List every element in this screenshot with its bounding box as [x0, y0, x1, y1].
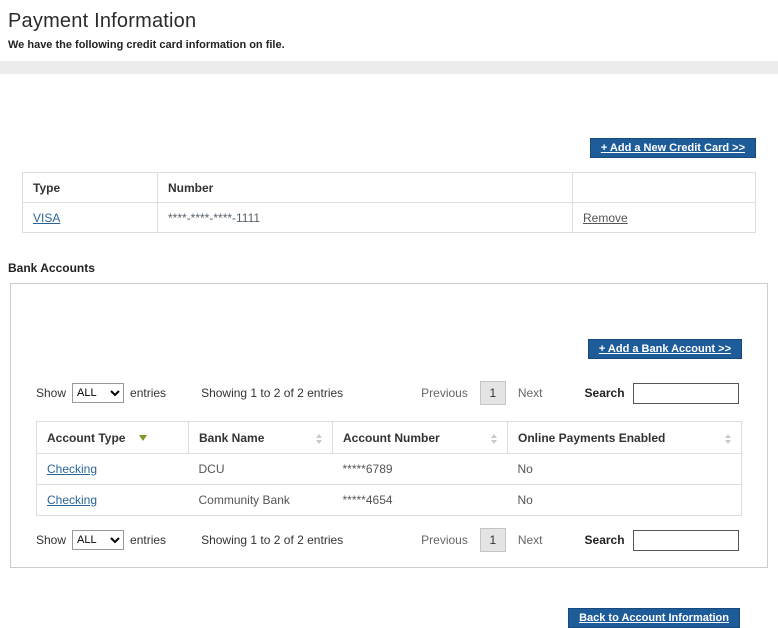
bank-name-cell: Community Bank: [189, 485, 333, 516]
account-number-cell: *****4654: [333, 485, 508, 516]
page-header: Payment Information We have the followin…: [0, 0, 778, 51]
showing-entries-text: Showing 1 to 2 of 2 entries: [201, 386, 343, 400]
back-to-account-button[interactable]: Back to Account Information: [568, 608, 740, 628]
entries-label: entries: [130, 386, 166, 400]
entries-per-page-select[interactable]: ALL: [72, 530, 124, 550]
account-number-cell: *****6789: [333, 454, 508, 485]
card-type-link[interactable]: VISA: [33, 211, 60, 225]
remove-card-link[interactable]: Remove: [583, 211, 628, 225]
header-divider: [0, 61, 778, 74]
search-label: Search: [585, 386, 625, 400]
entries-per-page-select[interactable]: ALL: [72, 383, 124, 403]
table-row: Checking Community Bank *****4654 No: [37, 485, 742, 516]
show-label: Show: [36, 533, 66, 547]
online-payments-cell: No: [508, 454, 742, 485]
card-number: ****-****-****-1111: [158, 203, 573, 233]
sort-icon: [725, 434, 731, 444]
table-row: Checking DCU *****6789 No: [37, 454, 742, 485]
col-bank-name[interactable]: Bank Name: [189, 422, 333, 454]
cc-col-type: Type: [23, 173, 158, 203]
previous-page-link[interactable]: Previous: [421, 386, 468, 400]
show-label: Show: [36, 386, 66, 400]
credit-card-header-row: Type Number: [23, 173, 756, 203]
bank-accounts-table: Account Type Bank Name Account Number On…: [36, 421, 742, 516]
cc-col-number: Number: [158, 173, 573, 203]
sort-icon: [491, 434, 497, 444]
credit-card-section: + Add a New Credit Card >> Type Number V…: [22, 138, 756, 233]
table-controls-top: Show ALL entries Showing 1 to 2 of 2 ent…: [36, 381, 742, 405]
entries-label: entries: [130, 533, 166, 547]
payment-information-page: Payment Information We have the followin…: [0, 0, 778, 628]
col-account-type[interactable]: Account Type: [37, 422, 189, 454]
page-number-button[interactable]: 1: [480, 381, 506, 405]
online-payments-cell: No: [508, 485, 742, 516]
next-page-link[interactable]: Next: [518, 386, 543, 400]
search-input[interactable]: [633, 530, 739, 551]
table-row: VISA ****-****-****-1111 Remove: [23, 203, 756, 233]
account-type-link[interactable]: Checking: [47, 493, 97, 507]
showing-entries-text: Showing 1 to 2 of 2 entries: [201, 533, 343, 547]
page-subtitle: We have the following credit card inform…: [8, 39, 770, 51]
previous-page-link[interactable]: Previous: [421, 533, 468, 547]
cc-col-action: [573, 173, 756, 203]
account-type-link[interactable]: Checking: [47, 462, 97, 476]
col-account-number[interactable]: Account Number: [333, 422, 508, 454]
add-credit-card-button[interactable]: + Add a New Credit Card >>: [590, 138, 756, 158]
next-page-link[interactable]: Next: [518, 533, 543, 547]
bank-accounts-heading: Bank Accounts: [8, 261, 778, 275]
bank-accounts-panel: + Add a Bank Account >> Show ALL entries…: [10, 283, 768, 568]
col-online-payments[interactable]: Online Payments Enabled: [508, 422, 742, 454]
sort-icon: [316, 434, 322, 444]
search-input[interactable]: [633, 383, 739, 404]
page-title: Payment Information: [8, 10, 770, 33]
bank-accounts-header-row: Account Type Bank Name Account Number On…: [37, 422, 742, 454]
bank-name-cell: DCU: [189, 454, 333, 485]
sort-descending-icon: [139, 435, 147, 441]
page-number-button[interactable]: 1: [480, 528, 506, 552]
credit-card-table: Type Number VISA ****-****-****-1111 Rem…: [22, 172, 756, 233]
table-controls-bottom: Show ALL entries Showing 1 to 2 of 2 ent…: [36, 528, 742, 552]
search-label: Search: [585, 533, 625, 547]
add-bank-account-button[interactable]: + Add a Bank Account >>: [588, 339, 742, 359]
